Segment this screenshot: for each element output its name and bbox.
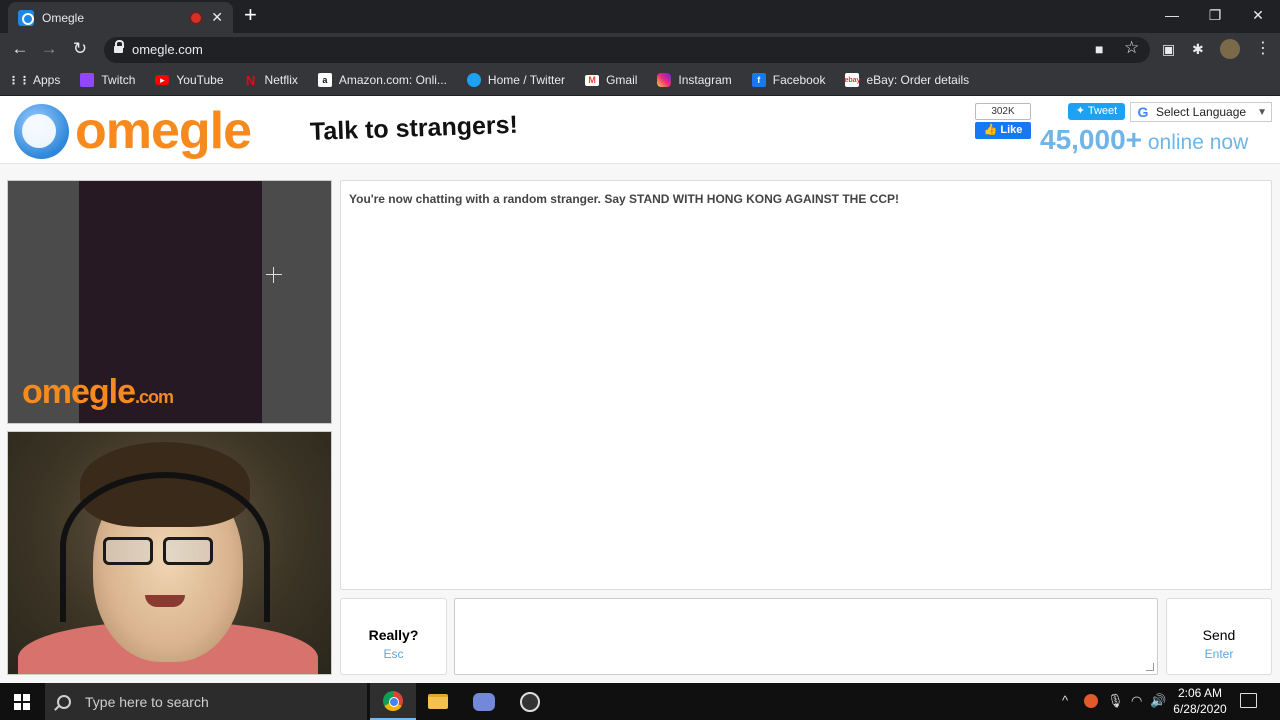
bookmark-twitter[interactable]: Home / Twitter bbox=[466, 73, 565, 87]
extension-icon[interactable]: ▣ bbox=[1162, 41, 1175, 58]
resize-grip-icon[interactable] bbox=[1146, 663, 1154, 671]
omegle-favicon-icon bbox=[18, 9, 34, 26]
volume-icon[interactable]: 🔊 bbox=[1150, 693, 1166, 709]
taskbar-file-explorer[interactable] bbox=[415, 683, 461, 720]
folder-icon bbox=[428, 694, 448, 709]
status-message: You're now chatting with a random strang… bbox=[349, 192, 900, 206]
facebook-like-widget: 302K 👍 Like bbox=[975, 103, 1031, 139]
bookmark-apps[interactable]: ⋮⋮ Apps bbox=[8, 73, 60, 87]
clock-time: 2:06 AM bbox=[1177, 686, 1223, 700]
restore-button[interactable]: ❐ bbox=[1193, 0, 1237, 30]
google-icon: G bbox=[1137, 104, 1149, 120]
search-placeholder: Type here to search bbox=[85, 693, 209, 710]
tab-strip: Omegle ✕ + — ❐ ✕ bbox=[0, 0, 1280, 33]
dropdown-arrow-icon: ▼ bbox=[1257, 106, 1267, 118]
online-count: 45,000+ online now bbox=[1040, 124, 1248, 156]
camera-icon[interactable]: ■ bbox=[1095, 41, 1103, 57]
windows-taskbar: Type here to search ^ 🎙 ◠ 🔊 2:06 AM 6/28… bbox=[0, 683, 1280, 720]
online-label: online now bbox=[1142, 131, 1249, 154]
glasses-right bbox=[163, 537, 213, 565]
youtube-icon: ▸ bbox=[155, 75, 170, 85]
obs-icon bbox=[520, 691, 540, 712]
reload-button[interactable]: ↻ bbox=[69, 39, 91, 59]
send-shortcut: Enter bbox=[1204, 647, 1234, 661]
taskbar-discord[interactable] bbox=[461, 683, 507, 720]
url-text: omegle.com bbox=[132, 42, 203, 57]
recording-indicator-icon bbox=[191, 12, 202, 23]
taskbar-search[interactable]: Type here to search bbox=[45, 683, 367, 720]
search-icon bbox=[57, 694, 71, 709]
bookmark-amazon[interactable]: a Amazon.com: Onli... bbox=[317, 73, 447, 87]
minimize-button[interactable]: — bbox=[1150, 0, 1194, 30]
fb-like-count: 302K bbox=[975, 103, 1031, 120]
taskbar-chrome[interactable] bbox=[370, 683, 416, 720]
lock-icon bbox=[114, 40, 124, 55]
windows-start-icon[interactable] bbox=[14, 694, 30, 710]
twitter-bird-icon: ✦ bbox=[1075, 105, 1085, 117]
tray-app-icon[interactable] bbox=[1084, 694, 1098, 708]
bookmark-instagram[interactable]: Instagram bbox=[657, 73, 732, 87]
fb-like-button[interactable]: 👍 Like bbox=[975, 122, 1031, 139]
message-input[interactable] bbox=[454, 598, 1158, 675]
taskbar-clock[interactable]: 2:06 AM 6/28/2020 bbox=[1170, 685, 1230, 717]
discord-icon bbox=[473, 692, 495, 711]
bookmark-netflix[interactable]: N Netflix bbox=[244, 72, 298, 88]
tray-chevron-icon[interactable]: ^ bbox=[1062, 693, 1068, 708]
bookmark-ebay[interactable]: ebay eBay: Order details bbox=[844, 73, 969, 87]
extensions-puzzle-icon[interactable]: ✱ bbox=[1192, 41, 1204, 58]
microphone-icon[interactable]: 🎙 bbox=[1107, 693, 1124, 709]
omegle-globe-icon bbox=[14, 103, 69, 159]
clock-date: 6/28/2020 bbox=[1173, 702, 1227, 716]
disconnect-label: Really? bbox=[368, 627, 419, 643]
tab-close-button[interactable]: ✕ bbox=[211, 9, 223, 26]
forward-button[interactable]: → bbox=[38, 39, 60, 59]
send-label: Send bbox=[1202, 627, 1236, 643]
twitch-icon bbox=[80, 73, 95, 87]
self-video bbox=[7, 431, 332, 675]
netflix-icon: N bbox=[245, 72, 256, 88]
self-video-mouth bbox=[145, 595, 185, 607]
tab-omegle[interactable]: Omegle ✕ bbox=[8, 2, 233, 33]
bookmark-youtube[interactable]: ▸ YouTube bbox=[155, 73, 224, 87]
browser-toolbar: ← → ↻ omegle.com ■ ☆ ▣ ✱ ⋮ bbox=[0, 33, 1280, 65]
apps-icon: ⋮⋮ bbox=[8, 74, 30, 87]
ebay-icon: ebay bbox=[844, 73, 860, 87]
instagram-icon bbox=[657, 73, 672, 87]
omegle-logo[interactable]: omegle bbox=[14, 102, 252, 160]
address-bar[interactable]: omegle.com bbox=[104, 37, 1150, 63]
notification-icon[interactable] bbox=[1240, 693, 1257, 708]
back-button[interactable]: ← bbox=[9, 39, 31, 59]
disconnect-button[interactable]: Really? Esc bbox=[340, 598, 447, 675]
stranger-video: omegle.com bbox=[7, 180, 332, 424]
chrome-icon bbox=[383, 690, 403, 711]
twitter-icon bbox=[466, 73, 481, 87]
bookmark-gmail[interactable]: M Gmail bbox=[585, 73, 637, 87]
bookmark-twitch[interactable]: Twitch bbox=[80, 73, 135, 87]
chrome-menu-icon[interactable]: ⋮ bbox=[1255, 38, 1271, 58]
facebook-icon: f bbox=[751, 73, 766, 87]
amazon-icon: a bbox=[317, 73, 332, 87]
new-tab-button[interactable]: + bbox=[244, 4, 257, 26]
chat-log: You're now chatting with a random strang… bbox=[340, 180, 1272, 590]
send-button[interactable]: Send Enter bbox=[1166, 598, 1272, 675]
language-select[interactable]: G Select Language ▼ bbox=[1130, 102, 1272, 122]
omegle-watermark: omegle.com bbox=[22, 373, 174, 411]
taskbar-obs[interactable] bbox=[507, 683, 553, 720]
bookmark-star-icon[interactable]: ☆ bbox=[1124, 38, 1139, 58]
close-window-button[interactable]: ✕ bbox=[1236, 0, 1280, 30]
network-icon[interactable]: ◠ bbox=[1131, 693, 1142, 709]
glasses-left bbox=[103, 537, 153, 565]
mouse-cursor-icon bbox=[266, 267, 282, 283]
profile-avatar[interactable] bbox=[1220, 39, 1240, 59]
tweet-button[interactable]: ✦ Tweet bbox=[1068, 103, 1125, 120]
tab-title: Omegle bbox=[42, 10, 85, 25]
bookmark-facebook[interactable]: f Facebook bbox=[751, 73, 825, 87]
bookmarks-bar: ⋮⋮ Apps Twitch ▸ YouTube N Netflix a Amazon.… bbox=[0, 65, 1280, 96]
logo-text: omegle bbox=[75, 102, 252, 160]
online-number: 45,000+ bbox=[1040, 124, 1142, 155]
gmail-icon: M bbox=[585, 74, 600, 86]
language-label: Select Language bbox=[1156, 105, 1247, 119]
disconnect-shortcut: Esc bbox=[383, 647, 404, 661]
